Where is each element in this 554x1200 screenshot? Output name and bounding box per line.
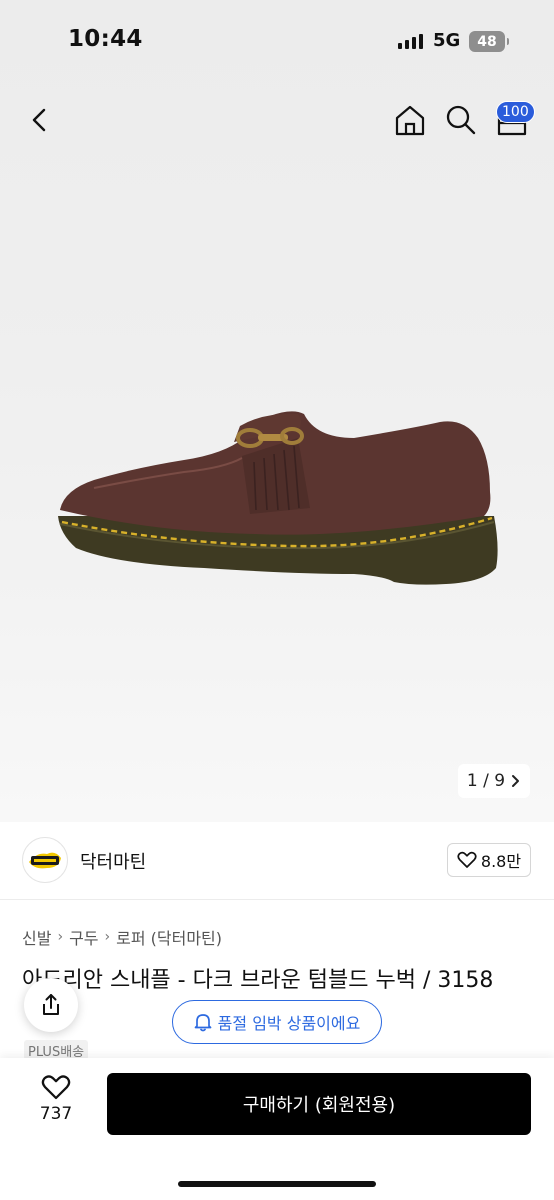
search-icon bbox=[446, 105, 476, 135]
wish-count: 737 bbox=[39, 1104, 73, 1124]
chevron-right-icon bbox=[512, 775, 520, 787]
network-type: 5G bbox=[433, 30, 461, 51]
chevron-right-icon: › bbox=[57, 929, 64, 945]
brand-logo[interactable] bbox=[22, 837, 68, 883]
soldout-notice[interactable]: 품절 임박 상품이에요 bbox=[172, 1000, 382, 1044]
back-button[interactable] bbox=[22, 102, 58, 138]
heart-icon bbox=[457, 851, 477, 868]
status-bar: 10:44 5G 48 bbox=[0, 0, 554, 84]
chevron-right-icon: › bbox=[104, 929, 111, 945]
home-indicator bbox=[178, 1181, 376, 1187]
share-button[interactable] bbox=[24, 978, 78, 1032]
breadcrumb-item[interactable]: 신발 bbox=[22, 925, 51, 949]
brand-row[interactable]: 닥터마틴 8.8만 bbox=[0, 822, 554, 900]
battery-icon: 48 bbox=[469, 31, 509, 52]
image-counter-text: 1 / 9 bbox=[466, 771, 506, 791]
breadcrumb: 신발 › 구두 › 로퍼 (닥터마틴) bbox=[22, 925, 222, 949]
bottom-action-bar: 737 구매하기 (회원전용) bbox=[0, 1058, 554, 1200]
breadcrumb-item[interactable]: 구두 bbox=[69, 925, 98, 949]
product-gallery[interactable]: 10:44 5G 48 100 1 / 9 bbox=[0, 0, 554, 822]
brand-logo-image bbox=[29, 852, 61, 869]
home-button[interactable] bbox=[392, 102, 428, 138]
product-title: 아드리안 스내플 - 다크 브라운 텀블드 누벅 / 3158 bbox=[22, 968, 494, 993]
brand-like-button[interactable]: 8.8만 bbox=[447, 843, 531, 877]
soldout-notice-text: 품절 임박 상품이에요 bbox=[217, 1014, 361, 1033]
delivery-badge: PLUS배송 bbox=[24, 1040, 89, 1060]
bell-icon bbox=[194, 1014, 212, 1032]
buy-button[interactable]: 구매하기 (회원전용) bbox=[107, 1073, 531, 1135]
brand-name[interactable]: 닥터마틴 bbox=[80, 848, 146, 874]
brand-like-count: 8.8만 bbox=[480, 852, 522, 871]
back-icon bbox=[32, 108, 46, 132]
wish-button[interactable]: 737 bbox=[24, 1074, 88, 1134]
signal-icon bbox=[398, 33, 423, 49]
breadcrumb-item[interactable]: 로퍼 (닥터마틴) bbox=[116, 925, 222, 949]
product-image[interactable] bbox=[54, 398, 504, 598]
image-counter-button[interactable]: 1 / 9 bbox=[458, 764, 530, 798]
cart-count-badge[interactable]: 100 bbox=[496, 101, 535, 123]
search-button[interactable] bbox=[443, 102, 479, 138]
home-icon bbox=[395, 105, 425, 136]
heart-icon bbox=[41, 1075, 71, 1100]
battery-level: 48 bbox=[477, 33, 497, 50]
status-time: 10:44 bbox=[68, 26, 143, 52]
share-icon bbox=[43, 994, 59, 1015]
